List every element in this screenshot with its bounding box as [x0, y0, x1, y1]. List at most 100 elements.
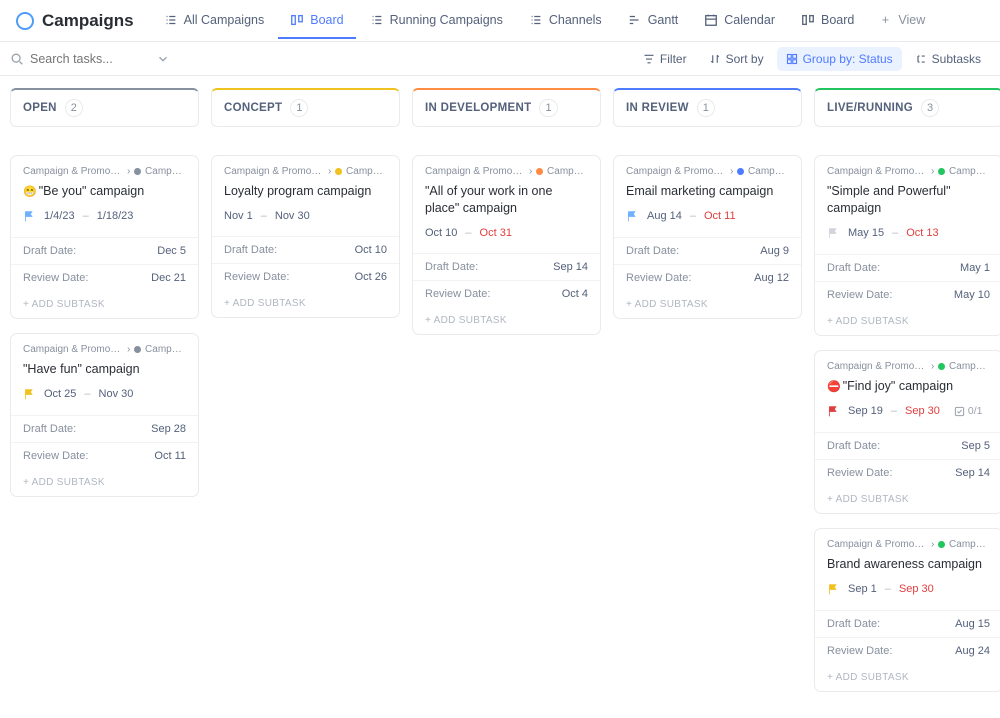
sort-button[interactable]: Sort by	[700, 47, 773, 71]
column-header[interactable]: LIVE/RUNNING 3	[814, 88, 1000, 127]
column-name: LIVE/RUNNING	[827, 102, 913, 114]
flag-icon	[827, 583, 840, 596]
column-count: 3	[921, 99, 939, 117]
filter-bar: Filter Sort by Group by: Status Subtasks	[0, 42, 1000, 76]
add-subtask-button[interactable]: + ADD SUBTASK	[212, 290, 399, 317]
card-title: "Simple and Powerful" campaign	[827, 183, 990, 217]
column-name: IN REVIEW	[626, 102, 689, 114]
list-icon	[164, 13, 178, 27]
breadcrumb: Campaign & Promotion Manag...›Campai...	[827, 166, 990, 177]
card-dates: 1/4/23–1/18/23	[23, 210, 186, 223]
breadcrumb: Campaign & Promotion Manag...›Campai...	[425, 166, 588, 177]
tab-all[interactable]: All Campaigns	[152, 3, 277, 39]
task-card[interactable]: Campaign & Promotion Manag...›Campai..."…	[412, 155, 601, 335]
card-title: Loyalty program campaign	[224, 183, 387, 200]
column-count: 1	[697, 99, 715, 117]
card-fields: Draft Date:Aug 9Review Date:Aug 12	[614, 237, 801, 291]
add-subtask-button[interactable]: + ADD SUBTASK	[413, 307, 600, 334]
card-fields: Draft Date:Sep 5Review Date:Sep 14	[815, 432, 1000, 486]
task-card[interactable]: Campaign & Promotion Manag...›Campai... B…	[814, 528, 1000, 692]
field-review: Review Date:May 10	[815, 282, 1000, 308]
end-date: Nov 30	[99, 388, 134, 400]
end-date: Oct 11	[704, 210, 736, 222]
column-header[interactable]: CONCEPT1	[211, 88, 400, 127]
breadcrumb: Campaign & Promotion Manag...›Campai...	[827, 539, 990, 550]
card-dates: Nov 1–Nov 30	[224, 210, 387, 222]
board: OPEN 2 Campaign & Promotion Manag...›Campa…	[0, 76, 1000, 718]
tab-channels[interactable]: Channels	[517, 3, 614, 39]
chevron-down-icon[interactable]	[156, 52, 170, 66]
start-date: Oct 25	[44, 388, 76, 400]
task-card[interactable]: Campaign & Promotion Manag...›Campai...L…	[211, 155, 400, 318]
board-icon	[801, 13, 815, 27]
tab-calendar[interactable]: Calendar	[692, 3, 787, 39]
task-card[interactable]: Campaign & Promotion Manag...›Campai...😁…	[10, 155, 199, 319]
task-card[interactable]: Campaign & Promotion Manag...›Campai..."…	[10, 333, 199, 497]
add-subtask-button[interactable]: + ADD SUBTASK	[815, 308, 1000, 335]
tab-board2[interactable]: Board	[789, 3, 866, 39]
card-dates: Oct 10–Oct 31	[425, 227, 588, 239]
add-subtask-button[interactable]: + ADD SUBTASK	[11, 291, 198, 318]
calendar-icon	[704, 13, 718, 27]
end-date: Sep 30	[905, 405, 940, 417]
column-header[interactable]: IN DEVELOPMENT1	[412, 88, 601, 127]
card-fields: Draft Date:Aug 15Review Date:Aug 24	[815, 610, 1000, 664]
field-draft: Draft Date:Dec 5	[11, 238, 198, 265]
breadcrumb: Campaign & Promotion Manag...›Campai...	[23, 166, 186, 177]
filter-icon	[643, 53, 655, 65]
tab-label: All Campaigns	[184, 13, 265, 27]
field-review: Review Date:Oct 4	[413, 281, 600, 307]
card-fields: Draft Date:May 1Review Date:May 10	[815, 254, 1000, 308]
column-count: 1	[290, 99, 308, 117]
search-icon	[10, 52, 24, 66]
card-fields: Draft Date:Sep 28Review Date:Oct 11	[11, 415, 198, 469]
tab-running[interactable]: Running Campaigns	[358, 3, 515, 39]
right-tools: Filter Sort by Group by: Status Subtasks	[634, 47, 990, 71]
checklist-badge: 0/1	[954, 405, 983, 417]
app-logo-icon	[16, 12, 34, 30]
card-fields: Draft Date:Dec 5Review Date:Dec 21	[11, 237, 198, 291]
field-review: Review Date:Oct 11	[11, 443, 198, 469]
tab-label: Board	[821, 13, 854, 27]
group-button[interactable]: Group by: Status	[777, 47, 902, 71]
field-draft: Draft Date:Aug 15	[815, 611, 1000, 638]
field-draft: Draft Date:Aug 9	[614, 238, 801, 265]
task-card[interactable]: Campaign & Promotion Manag...›Campai...E…	[613, 155, 802, 319]
column-header[interactable]: OPEN 2	[10, 88, 199, 127]
task-card[interactable]: Campaign & Promotion Manag...›Campai...⛔…	[814, 350, 1000, 514]
end-date: 1/18/23	[97, 210, 134, 222]
start-date: Nov 1	[224, 210, 253, 222]
column-count: 2	[65, 99, 83, 117]
card-title: "Have fun" campaign	[23, 361, 186, 378]
start-date: 1/4/23	[44, 210, 75, 222]
add-subtask-button[interactable]: + ADD SUBTASK	[815, 486, 1000, 513]
card-dates: Sep 1–Sep 30	[827, 583, 990, 596]
field-draft: Draft Date:Oct 10	[212, 237, 399, 264]
field-draft: Draft Date:Sep 5	[815, 433, 1000, 460]
add-view-button[interactable]: + View	[866, 3, 937, 39]
start-date: Aug 14	[647, 210, 682, 222]
search-input[interactable]	[30, 52, 150, 66]
filter-button[interactable]: Filter	[634, 47, 696, 71]
flag-icon	[626, 210, 639, 223]
field-review: Review Date:Aug 24	[815, 638, 1000, 664]
flag-icon	[23, 210, 36, 223]
flag-icon	[23, 388, 36, 401]
column-name: OPEN	[23, 102, 57, 114]
add-subtask-button[interactable]: + ADD SUBTASK	[815, 664, 1000, 691]
add-subtask-button[interactable]: + ADD SUBTASK	[614, 291, 801, 318]
emoji-icon: ⛔	[827, 381, 841, 393]
field-draft: Draft Date:Sep 14	[413, 254, 600, 281]
end-date: Oct 13	[906, 227, 938, 239]
tab-board[interactable]: Board	[278, 3, 355, 39]
flag-icon	[827, 227, 840, 240]
column-header[interactable]: IN REVIEW 1	[613, 88, 802, 127]
add-subtask-button[interactable]: + ADD SUBTASK	[11, 469, 198, 496]
end-date: Oct 31	[480, 227, 512, 239]
column-count: 1	[539, 99, 557, 117]
card-title: Brand awareness campaign	[827, 556, 990, 573]
task-card[interactable]: Campaign & Promotion Manag...›Campai... "…	[814, 155, 1000, 336]
subtasks-button[interactable]: Subtasks	[906, 47, 990, 71]
page-title: Campaigns	[42, 11, 134, 31]
tab-gantt[interactable]: Gantt	[616, 3, 691, 39]
